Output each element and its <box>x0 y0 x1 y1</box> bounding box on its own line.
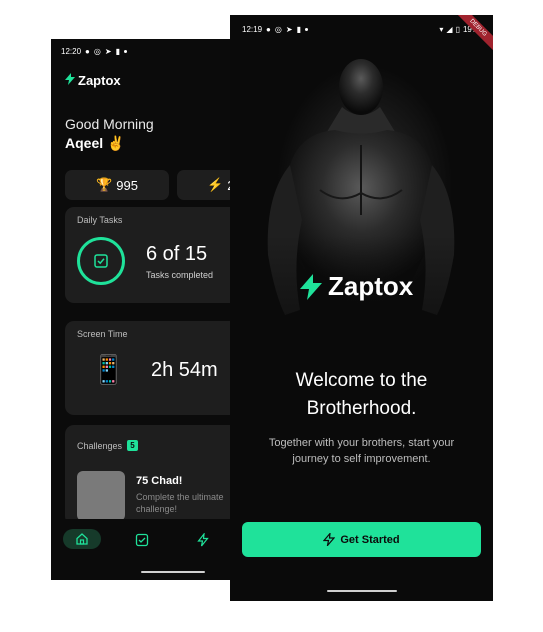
bolt-icon <box>65 73 75 88</box>
battery-saver-icon: ▮ <box>296 25 301 34</box>
greeting: Good Morning <box>65 116 154 132</box>
mobile-phone-icon: 📱 <box>91 354 126 385</box>
home-indicator[interactable] <box>141 571 205 573</box>
welcome-screen: 12:19 ● ◎ ➤ ▮ ▾ ◢ ▯ 19% DEBUG Zaptox Wel… <box>230 15 493 601</box>
subtitle-line-2: journey to self improvement. <box>292 453 431 465</box>
status-time: 12:19 <box>242 25 263 34</box>
bottom-nav <box>51 519 231 559</box>
card-title: Daily Tasks <box>77 215 123 225</box>
challenge-description: Complete the ultimate challenge! <box>136 492 224 514</box>
tasks-subtitle: Tasks completed <box>146 270 214 280</box>
daily-tasks-card[interactable]: Daily Tasks 6 of 15 Tasks completed <box>65 207 231 303</box>
screen-time-value: 2h 54m <box>151 359 218 381</box>
app-logo: Zaptox <box>300 271 413 302</box>
home-icon <box>76 533 88 545</box>
challenges-card[interactable]: Challenges 5 75 Chad! Complete the ultim… <box>65 425 231 525</box>
card-title: Screen Time <box>77 329 128 339</box>
checkbox-icon <box>94 254 108 268</box>
bolt-icon <box>323 533 336 546</box>
welcome-line-1: Welcome to the <box>295 370 428 391</box>
home-indicator[interactable] <box>327 590 397 592</box>
points-value: 995 <box>116 177 138 193</box>
challenges-header: Challenges 5 <box>77 440 139 451</box>
whatsapp-icon: ◎ <box>274 25 282 34</box>
wifi-icon: ▾ <box>439 25 444 34</box>
message-icon: ● <box>85 47 90 56</box>
subtitle-line-1: Together with your brothers, start your <box>268 437 455 449</box>
challenge-name: 75 Chad! <box>136 475 183 487</box>
nav-challenges[interactable] <box>194 531 212 549</box>
tasks-count: 6 of 15 <box>146 243 208 265</box>
status-bar: 12:20 ● ◎ ➤ ▮ <box>61 47 127 56</box>
app-name: Zaptox <box>328 271 414 301</box>
checkbox-icon <box>135 533 149 547</box>
welcome-heading: Welcome to the Brotherhood. <box>230 367 493 423</box>
nav-tasks[interactable] <box>133 531 151 549</box>
bolt-icon: ⚡ <box>207 177 224 192</box>
more-notifications-icon <box>304 28 308 31</box>
status-time: 12:20 <box>61 47 82 56</box>
whatsapp-icon: ◎ <box>93 47 101 56</box>
stats-row: 🏆 995 ⚡ 2 <box>65 170 231 200</box>
card-title: Challenges <box>77 440 123 451</box>
welcome-subtitle: Together with your brothers, start your … <box>230 435 493 467</box>
welcome-line-2: Brotherhood. <box>306 398 417 419</box>
home-screen: 12:20 ● ◎ ➤ ▮ Zaptox Good Morning Aqeel … <box>51 39 231 580</box>
battery-saver-icon: ▮ <box>115 47 120 56</box>
telegram-icon: ➤ <box>285 25 293 34</box>
app-logo: Zaptox <box>65 73 121 88</box>
bolt-icon <box>300 273 322 300</box>
muscular-figure-image <box>230 59 493 375</box>
more-notifications-icon <box>123 50 127 53</box>
streak-pill[interactable]: ⚡ 2 <box>177 170 231 200</box>
progress-ring <box>77 237 125 285</box>
user-name: Aqeel ✌️ <box>65 135 125 151</box>
bolt-icon <box>197 533 209 547</box>
challenge-thumbnail <box>77 471 125 521</box>
screen-time-card[interactable]: Screen Time 📱 2h 54m <box>65 321 231 415</box>
trophy-icon: 🏆 <box>96 177 113 192</box>
nav-home[interactable] <box>63 529 101 549</box>
signal-icon: ◢ <box>446 25 453 34</box>
get-started-button[interactable]: Get Started <box>242 522 481 557</box>
points-pill[interactable]: 🏆 995 <box>65 170 169 200</box>
challenges-count-badge: 5 <box>127 440 139 451</box>
battery-icon: ▯ <box>455 25 460 34</box>
app-name: Zaptox <box>78 73 121 88</box>
status-bar: 12:19 ● ◎ ➤ ▮ <box>242 25 308 34</box>
message-icon: ● <box>266 25 271 34</box>
get-started-label: Get Started <box>340 533 400 546</box>
telegram-icon: ➤ <box>104 47 112 56</box>
